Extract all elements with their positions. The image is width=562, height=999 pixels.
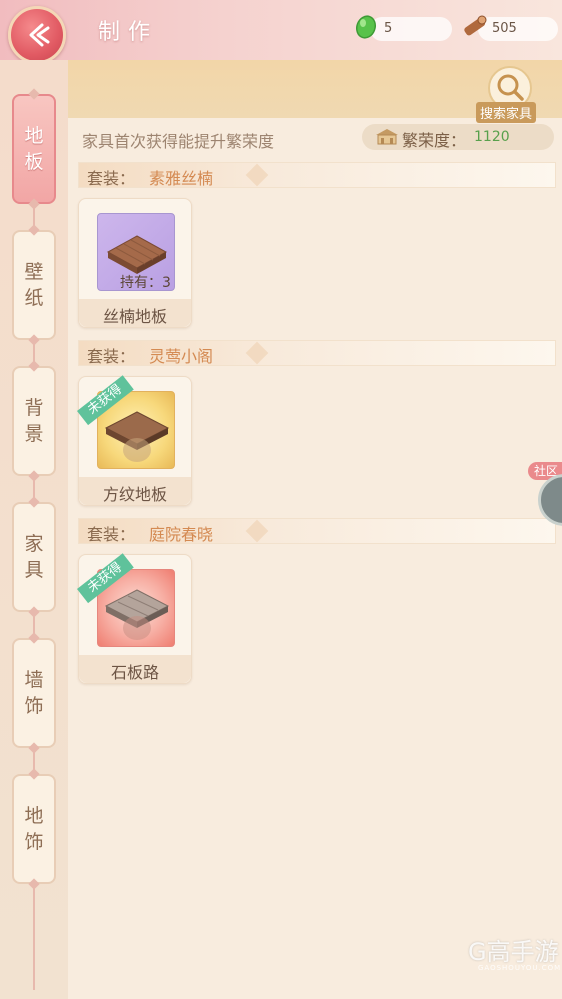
item-name: 石板路 bbox=[110, 663, 159, 682]
sidebar-item-label: 景 bbox=[24, 423, 44, 445]
decor-diamond-icon bbox=[245, 519, 269, 543]
jade-count: 5 bbox=[384, 21, 393, 36]
owned-count: 持有：3 bbox=[120, 275, 171, 291]
watermark-url: GAOSHOUYOU.COM bbox=[478, 964, 562, 972]
prosperity-label: 繁荣度： bbox=[402, 131, 467, 150]
set-header: 套装： 庭院春晓 bbox=[78, 518, 556, 544]
jade-gem-icon bbox=[355, 15, 377, 39]
search-furniture-button[interactable]: 搜索家具 bbox=[476, 66, 552, 123]
prosperity-hint: 家具首次获得能提升繁荣度 bbox=[82, 132, 275, 151]
furniture-card[interactable]: 持有：3 丝楠地板 bbox=[78, 198, 192, 328]
app-root: 制作 5 505 地 板 壁 纸 背 景 家 具 墙 饰 地 饰 搜索家具 家具… bbox=[0, 0, 562, 999]
item-thumbnail: 持有：3 bbox=[97, 213, 175, 291]
prosperity-value: 1120 bbox=[474, 129, 510, 145]
decor-diamond-icon bbox=[245, 163, 269, 187]
sidebar-item-wall-decor[interactable]: 墙 饰 bbox=[12, 638, 56, 748]
furniture-card[interactable]: 未获得 方纹地板 bbox=[77, 375, 192, 506]
sidebar-item-label: 具 bbox=[24, 559, 44, 581]
filter-strip: 搜索家具 bbox=[68, 60, 562, 123]
prosperity-display: 繁荣度： 1120 bbox=[362, 124, 554, 150]
furniture-panel: 搜索家具 家具首次获得能提升繁荣度 繁荣度： 1120 套装： 素雅丝楠 持有：… bbox=[68, 60, 562, 999]
sidebar-item-label: 饰 bbox=[24, 695, 44, 717]
sidebar-item-furniture[interactable]: 家 具 bbox=[12, 502, 56, 612]
set-name: 灵莺小阁 bbox=[149, 347, 214, 366]
sidebar-item-label: 饰 bbox=[24, 831, 44, 853]
set-name: 素雅丝楠 bbox=[149, 169, 214, 188]
set-name: 庭院春晓 bbox=[149, 525, 214, 544]
sidebar-item-floor[interactable]: 地 板 bbox=[12, 94, 56, 204]
sidebar-item-label: 墙 bbox=[24, 669, 44, 691]
top-bar: 制作 5 505 bbox=[0, 0, 562, 64]
back-button[interactable] bbox=[8, 6, 66, 64]
item-name: 方纹地板 bbox=[102, 485, 167, 504]
sidebar-item-label: 纸 bbox=[24, 287, 44, 309]
furniture-card[interactable]: 未获得 石板路 bbox=[77, 553, 192, 684]
sidebar-item-label: 地 bbox=[24, 125, 44, 147]
sidebar-item-floor-decor[interactable]: 地 饰 bbox=[12, 774, 56, 884]
sidebar-item-label: 地 bbox=[24, 805, 44, 827]
sidebar-item-label: 板 bbox=[24, 151, 44, 173]
wood-count: 505 bbox=[492, 21, 517, 36]
pavilion-icon bbox=[376, 129, 398, 145]
jade-counter: 5 bbox=[370, 17, 452, 41]
sidebar-item-label: 背 bbox=[24, 397, 44, 419]
watermark-logo: G高手游 bbox=[468, 938, 559, 966]
decor-diamond-icon bbox=[245, 341, 269, 365]
page-title: 制作 bbox=[98, 20, 159, 45]
category-sidebar: 地 板 壁 纸 背 景 家 具 墙 饰 地 饰 bbox=[0, 60, 68, 999]
set-label: 套装： bbox=[87, 169, 136, 188]
item-name: 丝楠地板 bbox=[102, 307, 167, 326]
back-arrow-icon bbox=[29, 23, 50, 47]
set-label: 套装： bbox=[87, 347, 136, 366]
sidebar-item-wallpaper[interactable]: 壁 纸 bbox=[12, 230, 56, 340]
set-header: 套装： 灵莺小阁 bbox=[78, 340, 556, 366]
set-header: 套装： 素雅丝楠 bbox=[78, 162, 556, 188]
wood-counter: 505 bbox=[478, 17, 558, 41]
search-label: 搜索家具 bbox=[476, 102, 537, 123]
sidebar-item-label: 家 bbox=[24, 533, 44, 555]
sidebar-item-label: 壁 bbox=[24, 261, 44, 283]
wood-log-icon bbox=[464, 15, 487, 36]
set-label: 套装： bbox=[87, 525, 136, 544]
sidebar-item-background[interactable]: 背 景 bbox=[12, 366, 56, 476]
